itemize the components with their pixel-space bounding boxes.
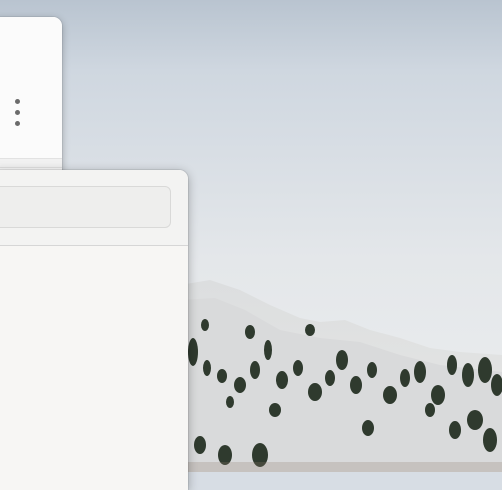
vertical-ellipsis-icon xyxy=(14,98,20,104)
foreground-app-window[interactable] xyxy=(0,170,188,490)
vertical-ellipsis-icon-dot xyxy=(14,120,20,126)
search-input[interactable] xyxy=(0,186,171,228)
content-area xyxy=(0,246,188,490)
background-window-headerbar xyxy=(0,17,62,159)
background-app-window[interactable] xyxy=(0,17,62,187)
main-menu-button[interactable] xyxy=(8,95,26,129)
background-window-toolbar-strip xyxy=(0,159,62,168)
foreground-window-header xyxy=(0,170,188,246)
vertical-ellipsis-icon-dot xyxy=(14,109,20,115)
